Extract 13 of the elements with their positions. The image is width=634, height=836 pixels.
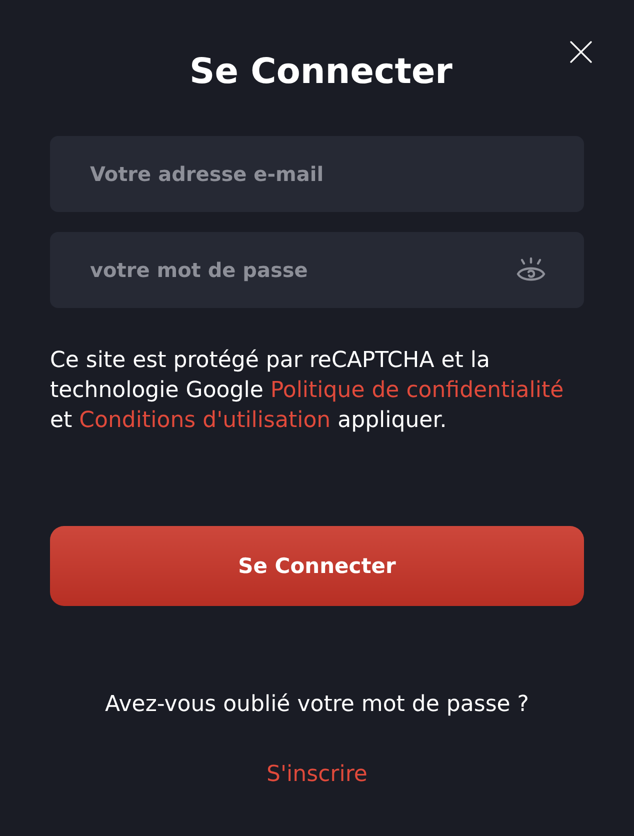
terms-link[interactable]: Conditions d'utilisation — [79, 408, 331, 433]
close-button[interactable] — [570, 41, 592, 63]
privacy-policy-link[interactable]: Politique de confidentialité — [270, 378, 564, 403]
login-button[interactable]: Se Connecter — [50, 526, 584, 606]
eye-icon — [516, 257, 546, 283]
password-field[interactable]: votre mot de passe — [50, 232, 584, 308]
forgot-password-link[interactable]: Avez-vous oublié votre mot de passe ? — [105, 690, 529, 720]
recaptcha-notice: Ce site est protégé par reCAPTCHA et la technologie Google Politique de confidentialité et Conditions d'utilisation appliquer. — [50, 347, 565, 435]
email-field[interactable]: Votre adresse e-mail — [50, 136, 584, 212]
signup-link[interactable]: S'inscrire — [266, 760, 368, 790]
show-password-button[interactable] — [516, 257, 546, 283]
dialog-title: Se Connecter — [190, 52, 452, 92]
close-icon — [570, 41, 592, 63]
